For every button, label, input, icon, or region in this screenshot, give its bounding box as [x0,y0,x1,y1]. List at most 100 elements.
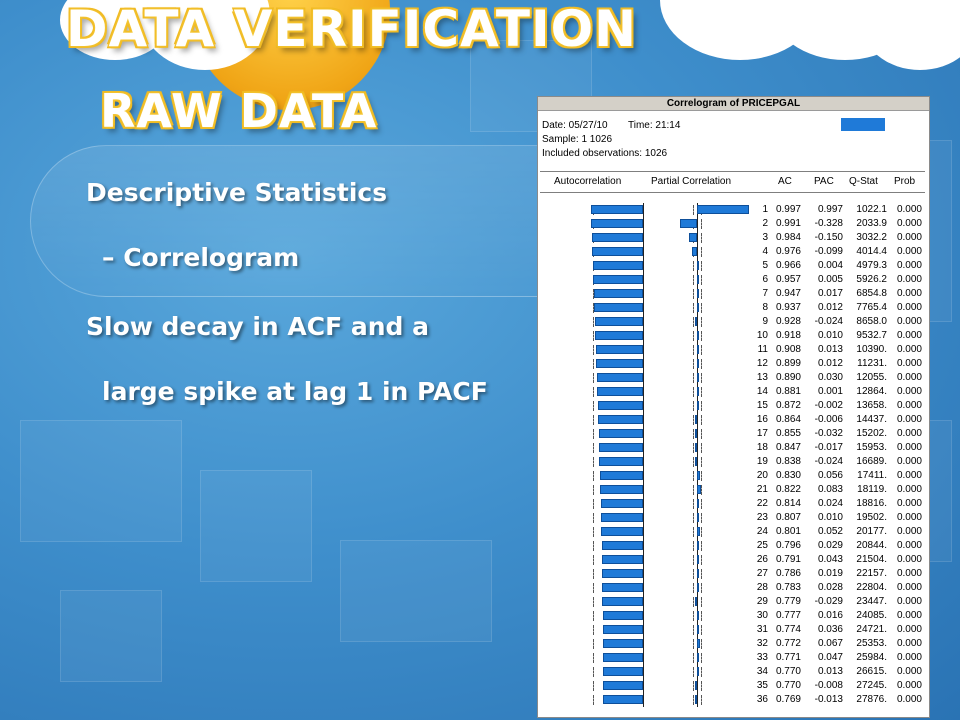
lag-value: 28 [756,582,768,593]
pac-bar [697,625,699,634]
lag-value: 8 [762,302,768,313]
pac-confidence-line [693,275,694,285]
lag-value: 14 [756,386,768,397]
qstat-value: 25353. [856,638,887,649]
prob-value: 0.000 [896,456,922,467]
ac-confidence-line [593,415,594,425]
prob-value: 0.000 [896,372,922,383]
pac-confidence-line [701,303,702,313]
pac-value: -0.017 [814,442,843,453]
pac-value: 0.047 [817,652,843,663]
lag-value: 32 [756,638,768,649]
correlogram-row: 35 0.770 -0.008 27245. 0.000 [538,679,929,693]
lag-value: 17 [756,428,768,439]
ac-confidence-line [593,541,594,551]
ac-value: 0.991 [775,218,801,229]
ac-value: 0.984 [775,232,801,243]
pac-value: -0.006 [814,414,843,425]
pac-bar [695,443,697,452]
pac-confidence-line [693,373,694,383]
ac-axis-line [643,623,644,637]
pac-bar [697,541,699,550]
ac-axis-line [643,273,644,287]
ac-value: 0.847 [775,442,801,453]
lag-value: 3 [762,232,768,243]
pac-confidence-line [701,429,702,439]
qstat-value: 11231. [857,358,887,369]
correlogram-row: 15 0.872 -0.002 13658. 0.000 [538,399,929,413]
pac-confidence-line [693,387,694,397]
ac-confidence-line [593,611,594,621]
ac-confidence-line [593,527,594,537]
lag-value: 6 [762,274,768,285]
prob-value: 0.000 [896,288,922,299]
lag-value: 36 [756,694,768,705]
observations-label: Included observations: 1026 [542,148,668,159]
qstat-value: 27245. [856,680,887,691]
lag-value: 29 [756,596,768,607]
ac-axis-line [643,483,644,497]
lag-value: 13 [756,372,768,383]
lag-value: 16 [756,414,768,425]
ac-value: 0.783 [775,582,801,593]
pac-axis-line [697,413,698,427]
correlogram-row: 14 0.881 0.001 12864. 0.000 [538,385,929,399]
ac-value: 0.881 [775,386,801,397]
prob-value: 0.000 [896,680,922,691]
ac-bar [602,583,643,592]
pac-bar [689,233,697,242]
prob-value: 0.000 [896,274,922,285]
ac-axis-line [643,259,644,273]
pac-confidence-line [701,247,702,257]
ac-confidence-line [593,597,594,607]
ac-axis-line [643,679,644,693]
pac-value: 0.030 [817,372,843,383]
pac-confidence-line [701,695,702,705]
pac-confidence-line [701,387,702,397]
background-tile [20,420,182,542]
pac-bar [697,261,699,270]
pac-confidence-line [701,667,702,677]
ac-value: 0.774 [775,624,801,635]
correlogram-row: 9 0.928 -0.024 8658.0 0.000 [538,315,929,329]
pac-confidence-line [693,639,694,649]
ac-confidence-line [593,653,594,663]
ac-bar [601,527,643,536]
prob-value: 0.000 [896,484,922,495]
pac-confidence-line [693,653,694,663]
qstat-value: 24721. [856,624,887,635]
pac-value: 0.052 [817,526,843,537]
correlogram-row: 29 0.779 -0.029 23447. 0.000 [538,595,929,609]
ac-bar [602,653,643,662]
correlogram-row: 16 0.864 -0.006 14437. 0.000 [538,413,929,427]
ac-value: 0.777 [775,610,801,621]
background-tile [200,470,312,582]
pac-value: 0.036 [817,624,843,635]
ac-axis-line [643,651,644,665]
pac-bar [697,583,699,592]
ac-bar [601,555,643,564]
ac-value: 0.786 [775,568,801,579]
ac-axis-line [643,441,644,455]
pac-bar [697,289,699,298]
pac-confidence-line [701,415,702,425]
lag-value: 10 [756,330,768,341]
prob-value: 0.000 [896,400,922,411]
lag-value: 12 [756,358,768,369]
lag-value: 26 [756,554,768,565]
lag-value: 18 [756,442,768,453]
correlogram-row: 8 0.937 0.012 7765.4 0.000 [538,301,929,315]
correlogram-row: 10 0.918 0.010 9532.7 0.000 [538,329,929,343]
prob-value: 0.000 [896,442,922,453]
ac-confidence-line [593,639,594,649]
bullet-slow-decay: Slow decay in ACF and a [86,312,430,341]
ac-value: 0.864 [775,414,801,425]
prob-value: 0.000 [896,582,922,593]
pac-value: 0.997 [817,204,843,215]
qstat-value: 10390. [856,344,887,355]
pac-value: 0.016 [817,610,843,621]
qstat-value: 20844. [856,540,887,551]
correlogram-row: 1 0.997 0.997 1022.1 0.000 [538,203,929,217]
pac-value: -0.328 [814,218,843,229]
correlogram-row: 21 0.822 0.083 18119. 0.000 [538,483,929,497]
